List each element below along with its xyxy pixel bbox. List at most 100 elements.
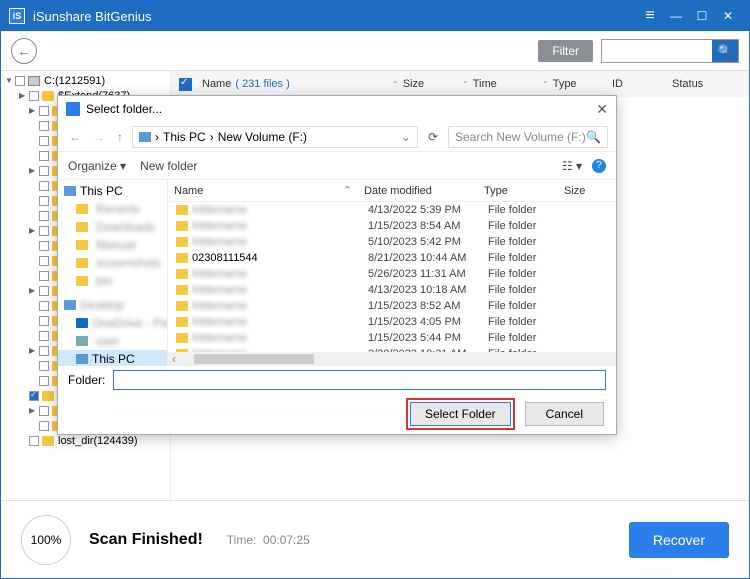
dialog-close-button[interactable]: ✕ [596,101,608,118]
search-button[interactable]: 🔍 [712,40,738,62]
dialog-body: This PC Recents Downloads Manual screens… [58,180,616,366]
breadcrumb[interactable]: › This PC › New Volume (F:) ⌄ [132,126,418,148]
tree-root-label: C:(1212591) [44,75,105,87]
help-icon[interactable]: ? [592,159,606,173]
col-size[interactable]: Size [403,78,424,90]
file-row[interactable]: 023081115448/21/2023 10:44 AMFile folder [168,250,616,266]
folder-icon [176,301,188,311]
folder-icon [176,253,188,263]
nav-up-icon[interactable]: ↑ [114,130,126,144]
dcol-size[interactable]: Size [558,185,608,197]
nav-forward-icon[interactable]: → [90,130,108,144]
dialog-title: Select folder... [86,102,162,116]
close-button[interactable]: ✕ [715,6,741,26]
dialog-nav: ← → ↑ › This PC › New Volume (F:) ⌄ ⟳ Se… [58,122,616,152]
tree-item[interactable]: lost_dir(124439) [1,433,170,448]
col-id[interactable]: ID [612,78,623,90]
tree-root[interactable]: ▼ C:(1212591) [1,73,170,88]
breadcrumb-volume[interactable]: New Volume (F:) [218,130,307,144]
scan-time: Time: 00:07:25 [227,533,310,547]
file-row[interactable]: foldername1/15/2023 8:52 AMFile folder [168,298,616,314]
dialog-buttons: Select Folder Cancel [58,394,616,434]
folder-icon [176,221,188,231]
refresh-icon[interactable]: ⟳ [424,130,442,144]
folder-icon [176,205,188,215]
folder-icon [76,204,88,214]
folder-icon [76,222,88,232]
nav-back-icon[interactable]: ← [66,130,84,144]
dcol-date[interactable]: Date modified [358,185,478,197]
maximize-button[interactable]: ☐ [689,6,715,26]
folder-icon [176,285,188,295]
dialog-icon [66,102,80,116]
app-title: iSunshare BitGenius [33,9,152,24]
horizontal-scrollbar[interactable]: ‹ [168,352,616,366]
dialog-sidebar[interactable]: This PC Recents Downloads Manual screens… [58,180,168,366]
dialog-search[interactable]: Search New Volume (F:) 🔍 [448,126,608,148]
minimize-button[interactable]: — [663,6,689,26]
col-name[interactable]: Name [202,78,231,90]
breadcrumb-pc[interactable]: This PC [163,130,206,144]
select-folder-button[interactable]: Select Folder [410,402,511,426]
dcol-type[interactable]: Type [478,185,558,197]
dialog-columns: Name⌃ Date modified Type Size [168,180,616,202]
folder-input[interactable] [113,370,606,390]
progress-circle: 100% [21,515,71,565]
col-type[interactable]: Type [553,78,577,90]
file-row[interactable]: foldername5/10/2023 5:42 PMFile folder [168,234,616,250]
organize-menu[interactable]: Organize ▾ [68,159,126,173]
col-status[interactable]: Status [672,78,703,90]
dialog-file-list: Name⌃ Date modified Type Size foldername… [168,180,616,366]
file-row[interactable]: foldername1/15/2023 4:05 PMFile folder [168,314,616,330]
time-value: 00:07:25 [263,533,310,547]
sidebar-this-pc-2[interactable]: This PC [58,350,167,366]
sidebar-user[interactable]: user [58,332,167,350]
scan-status: Scan Finished! [89,531,203,549]
search-wrap: 🔍 [601,39,739,63]
folder-icon [176,237,188,247]
pc-icon [64,186,76,196]
sidebar-item[interactable]: bin [58,272,167,290]
select-all-checkbox[interactable] [179,78,192,91]
new-folder-button[interactable]: New folder [140,159,197,173]
dialog-toolbar: Organize ▾ New folder ☷ ▾ ? [58,152,616,180]
search-input[interactable] [602,40,712,62]
search-icon: 🔍 [586,130,601,144]
folder-icon [76,276,88,286]
sidebar-item[interactable]: screenshots [58,254,167,272]
pc-icon [139,132,151,142]
pc-icon [76,354,88,364]
file-row[interactable]: foldername1/15/2023 5:44 PMFile folder [168,330,616,346]
folder-icon [176,333,188,343]
view-mode-icon[interactable]: ☷ ▾ [562,159,582,173]
sidebar-item[interactable]: Downloads [58,218,167,236]
sidebar-onedrive[interactable]: OneDrive - Person [58,314,167,332]
disk-icon [28,76,40,86]
dialog-titlebar: Select folder... ✕ [58,96,616,122]
dialog-search-placeholder: Search New Volume (F:) [455,130,586,144]
file-row[interactable]: foldername5/26/2023 11:31 AMFile folder [168,266,616,282]
desktop-icon [64,300,76,310]
folder-icon [176,269,188,279]
back-button[interactable]: ← [11,38,37,64]
sidebar-this-pc[interactable]: This PC [58,182,167,200]
recover-button[interactable]: Recover [629,522,729,558]
dcol-name[interactable]: Name [174,185,203,197]
sidebar-desktop[interactable]: Desktop [58,296,167,314]
sidebar-item[interactable]: Manual [58,236,167,254]
folder-icon [42,391,54,401]
footer: 100% Scan Finished! Time: 00:07:25 Recov… [1,500,749,578]
sidebar-item[interactable]: Recents [58,200,167,218]
file-row[interactable]: foldername4/13/2023 10:18 AMFile folder [168,282,616,298]
filter-button[interactable]: Filter [538,40,593,62]
menu-icon[interactable]: ≡ [637,6,663,26]
folder-icon [42,436,54,446]
col-time[interactable]: Time [473,78,497,90]
file-row[interactable]: foldername1/15/2023 8:54 AMFile folder [168,218,616,234]
user-icon [76,336,88,346]
titlebar: iS iSunshare BitGenius ≡ — ☐ ✕ [1,1,749,31]
file-row[interactable]: foldername4/13/2022 5:39 PMFile folder [168,202,616,218]
cancel-button[interactable]: Cancel [525,402,604,426]
column-header: Name ( 231 files ) ⌃Size ⌃Time ⌃Type ID … [171,71,749,97]
folder-icon [176,317,188,327]
